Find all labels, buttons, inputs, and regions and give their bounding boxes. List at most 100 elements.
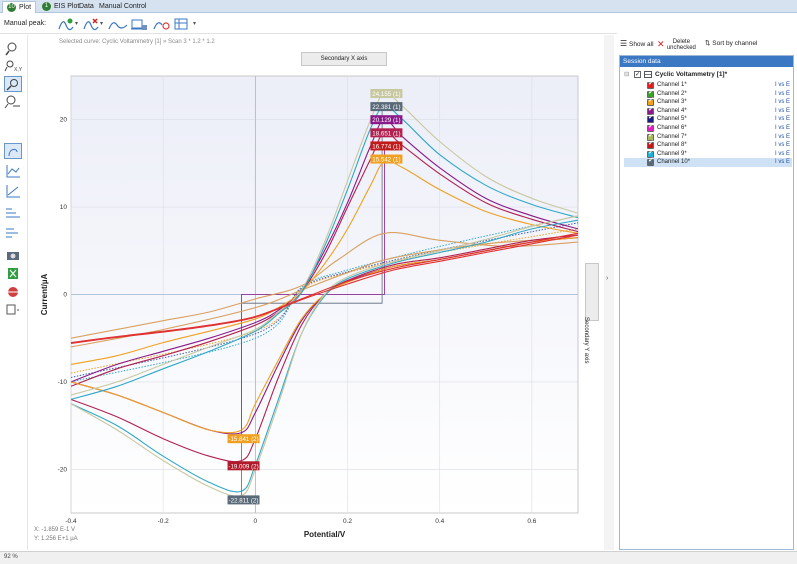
cv-chart[interactable]: -0.4 -0.2 0 0.2 0.4 0.6 20 10 0 -10 -20 Potential/V…: [29, 35, 600, 550]
peak-remove-icon[interactable]: [83, 17, 99, 31]
peak-toolbar: Manual peak: ▾ ▾ ▾: [0, 14, 617, 34]
peak-remove-dropdown-icon[interactable]: ▾: [100, 20, 103, 27]
peak-add-dropdown-icon[interactable]: ▾: [75, 20, 78, 27]
camera-icon[interactable]: [4, 247, 22, 263]
peak-search-icon[interactable]: [153, 17, 171, 31]
peak-table-icon[interactable]: [173, 17, 191, 31]
copy-plot-icon[interactable]: [4, 301, 22, 317]
peak-label-text: 18.651 (1): [372, 130, 400, 137]
zoom-select-icon[interactable]: [4, 76, 22, 92]
checkmark-icon: ✓: [648, 80, 654, 87]
show-all-icon: ☰: [620, 39, 628, 48]
tab-manual-control[interactable]: Manual Control: [95, 1, 150, 13]
peak-fit-icon[interactable]: [108, 17, 128, 31]
tree-expand-icon[interactable]: ⊟: [624, 70, 629, 80]
baseline-icon[interactable]: [130, 17, 148, 31]
channel-label: Channel 3*: [657, 99, 687, 106]
table-icon: [644, 71, 652, 78]
tree-root-checkbox[interactable]: ✓: [634, 71, 641, 78]
line-chart-icon[interactable]: [4, 183, 22, 199]
zoom-xy-icon[interactable]: X,Y: [4, 58, 23, 74]
sort-by-channel-button[interactable]: ⇅ Sort by channel: [705, 39, 757, 47]
svg-text:X,Y: X,Y: [14, 67, 22, 73]
secondary-y-axis-label: Secondary Y axis: [583, 317, 589, 364]
delete-unchecked-label: Delete unchecked: [666, 39, 696, 52]
channel-curve-type[interactable]: I vs E: [775, 107, 790, 116]
x-tick-label: 0: [254, 518, 258, 525]
checkmark-icon: ✓: [648, 97, 654, 105]
peak-label-text: -19.009 (2): [228, 463, 258, 470]
session-toolbar: ☰ Show all ✕ Delete unchecked ⇅ Sort by …: [617, 35, 797, 53]
peak-label-text: -22.811 (2): [229, 497, 259, 504]
channel-curve-type[interactable]: I vs E: [775, 124, 790, 133]
y-axis-label: Current/µA: [40, 274, 49, 316]
stacked-chart-icon[interactable]: [4, 205, 22, 221]
y-tick-label: -10: [58, 379, 68, 386]
tab-plot-label: Plot: [19, 4, 32, 11]
delete-unchecked-button[interactable]: ✕ Delete unchecked: [657, 39, 703, 51]
plot-area[interactable]: Selected curve: Cyclic Voltammetry [1] »…: [29, 35, 600, 550]
delete-icon: ✕: [657, 39, 665, 49]
channel-curve-type[interactable]: I vs E: [775, 133, 790, 142]
channel-label: Channel 2*: [657, 90, 687, 97]
channel-row[interactable]: ✓ Channel 10* I vs E: [624, 157, 792, 167]
channel-curve-type[interactable]: I vs E: [775, 158, 790, 167]
cursor-mode-icon[interactable]: [4, 143, 22, 159]
channel-curve-type[interactable]: I vs E: [775, 90, 790, 99]
channel-label: Channel 4*: [657, 107, 687, 114]
channel-label: Channel 9*: [657, 150, 687, 157]
peak-table-dropdown-icon[interactable]: ▾: [193, 20, 196, 27]
channel-curve-type[interactable]: I vs E: [775, 141, 790, 150]
checkmark-icon: ✓: [648, 157, 654, 165]
channel-label: Channel 6*: [657, 125, 687, 131]
x-tick-label: -0.2: [158, 518, 170, 525]
tree-root-cv[interactable]: ⊟ ✓ Cyclic Voltammetry [1]*: [624, 70, 792, 80]
y-tick-label: -20: [58, 466, 68, 473]
checkmark-icon: ✓: [648, 140, 654, 148]
channel-curve-type[interactable]: I vs E: [775, 98, 790, 107]
sort-by-channel-label: Sort by channel: [712, 40, 758, 47]
overlay-chart-icon[interactable]: [4, 225, 22, 241]
channel-checkbox[interactable]: ✓: [647, 157, 654, 167]
checkmark-icon: ✓: [648, 88, 654, 96]
x-tick-label: 0.4: [435, 518, 444, 525]
secondary-y-axis-button[interactable]: Secondary Y axis: [583, 263, 599, 363]
side-panel-collapse[interactable]: ›: [604, 35, 614, 550]
channel-label: Channel 10*: [657, 159, 691, 166]
channel-curve-type[interactable]: I vs E: [775, 150, 790, 159]
show-all-label: Show all: [628, 41, 654, 48]
checkmark-icon: ✓: [648, 148, 654, 156]
checkmark-icon: ✓: [648, 114, 654, 122]
status-bar: 92 %: [0, 551, 797, 564]
zoom-in-icon[interactable]: [4, 40, 22, 56]
tab-data-label: Data: [79, 3, 94, 10]
x-tick-label: -0.4: [65, 518, 77, 525]
export-image-icon[interactable]: [4, 283, 22, 299]
peak-label-text: 16.774 (1): [372, 143, 400, 150]
export-excel-icon[interactable]: [4, 265, 22, 281]
x-tick-label: 0.6: [527, 518, 536, 525]
peak-label-text: -15.841 (2): [228, 436, 258, 443]
tree-root-label: Cyclic Voltammetry [1]*: [655, 71, 728, 78]
peak-add-icon[interactable]: [58, 17, 74, 31]
channel-label: Channel 8*: [657, 142, 687, 149]
channel-label: Channel 5*: [657, 116, 687, 123]
manual-peak-label: Manual peak:: [4, 20, 47, 27]
show-all-button[interactable]: ☰ Show all: [620, 39, 654, 48]
cursor-x-readout: X: -1.859 E-1 V: [34, 527, 76, 533]
axis-chart-icon[interactable]: [4, 163, 22, 179]
channel-label: Channel 1*: [657, 82, 687, 88]
channel-label: Channel 7*: [657, 133, 687, 140]
y-tick-label: 0: [63, 292, 67, 299]
peak-label-text: 24.155 (1): [372, 91, 400, 98]
channel-curve-type[interactable]: I vs E: [775, 81, 790, 90]
tab-manual-control-label: Manual Control: [99, 3, 147, 10]
tab-plot[interactable]: 10 Plot: [2, 1, 37, 13]
checkmark-icon: ✓: [648, 123, 654, 130]
peak-label-text: 15.542 (1): [372, 157, 400, 164]
sort-icon: ⇅: [705, 40, 711, 47]
y-tick-label: 10: [60, 204, 68, 211]
zoom-out-icon[interactable]: [4, 94, 22, 110]
tab-eis-plot-count: 1: [42, 1, 51, 11]
channel-curve-type[interactable]: I vs E: [775, 115, 790, 124]
